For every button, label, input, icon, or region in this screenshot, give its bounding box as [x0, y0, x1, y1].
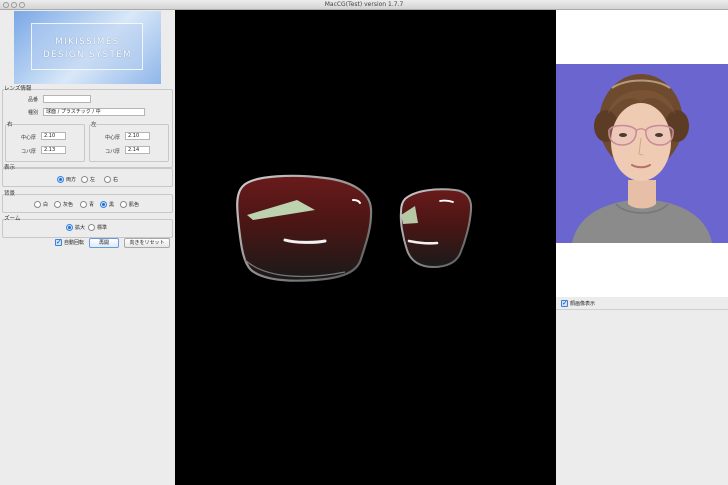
auto-rotate-checkbox[interactable]	[55, 238, 62, 246]
display-left-label: 左	[90, 177, 96, 183]
display-right-radio[interactable]	[104, 176, 111, 183]
product-field[interactable]	[43, 95, 91, 103]
zoom-enlarge-radio[interactable]	[66, 224, 73, 231]
panel-divider	[556, 309, 728, 310]
left-lens-group	[89, 124, 169, 162]
background-white-label: 白	[43, 202, 49, 208]
background-black-label: 黒	[109, 202, 115, 208]
product-label: 品番	[27, 97, 38, 103]
background-skin-label: 肌色	[129, 202, 140, 208]
right-lens-shape	[236, 174, 373, 282]
background-gray-radio[interactable]	[54, 201, 61, 208]
right-lens-group	[5, 124, 85, 162]
display-both-radio[interactable]	[57, 176, 64, 183]
right-edge-thickness-label: コバ厚	[20, 149, 36, 155]
lens-info-label: レンズ情報	[4, 86, 32, 92]
zoom-standard-radio[interactable]	[88, 224, 95, 231]
zoom-label: ズーム	[4, 216, 21, 222]
left-center-thickness-label: 中心厚	[104, 135, 120, 141]
background-blue-radio[interactable]	[80, 201, 87, 208]
right-lens-label: 右	[7, 122, 13, 128]
background-label: 背景	[4, 191, 16, 197]
type-field[interactable]: 球面 / プラスチック / 中	[43, 108, 145, 116]
logo-line-1: MIKISSIMES	[55, 37, 120, 47]
preview-panel: 顔画像表示	[556, 10, 728, 485]
right-center-thickness-field[interactable]: 2.10	[41, 132, 66, 140]
face-illustration	[572, 74, 712, 243]
lens-render	[236, 174, 473, 282]
right-edge-thickness-field[interactable]: 2.13	[41, 146, 66, 154]
display-right-label: 右	[113, 177, 119, 183]
replay-button[interactable]: 再開	[89, 238, 119, 248]
background-black-radio[interactable]	[100, 201, 107, 208]
background-group	[2, 194, 173, 213]
left-center-thickness-field[interactable]: 2.10	[125, 132, 150, 140]
face-image-checkbox[interactable]	[561, 299, 568, 307]
background-blue-label: 青	[89, 202, 95, 208]
background-skin-radio[interactable]	[120, 201, 127, 208]
display-both-label: 両方	[66, 177, 77, 183]
display-left-radio[interactable]	[81, 176, 88, 183]
logo: MIKISSIMES DESIGN SYSTEM	[14, 11, 161, 84]
zoom-standard-label: 標準	[97, 225, 108, 231]
type-label: 種別	[27, 110, 38, 116]
face-preview-area	[556, 10, 728, 297]
background-white-radio[interactable]	[34, 201, 41, 208]
face-image-label: 顔画像表示	[570, 301, 596, 307]
control-panel: MIKISSIMES DESIGN SYSTEM レンズ情報 品番 種別 球面 …	[0, 10, 175, 485]
auto-rotate-label: 自動回転	[64, 240, 85, 246]
face-photo	[556, 64, 728, 243]
left-edge-thickness-label: コバ厚	[104, 149, 120, 155]
title-bar: MacCG(Test) version 1.7.7	[0, 0, 728, 10]
left-lens-label: 左	[91, 122, 97, 128]
logo-line-2: DESIGN SYSTEM	[43, 50, 132, 60]
zoom-enlarge-label: 拡大	[75, 225, 86, 231]
display-label: 表示	[4, 165, 16, 171]
left-edge-thickness-field[interactable]: 2.14	[125, 146, 150, 154]
background-gray-label: 灰色	[63, 202, 74, 208]
window-title: MacCG(Test) version 1.7.7	[324, 1, 404, 8]
right-center-thickness-label: 中心厚	[20, 135, 36, 141]
lens-3d-view[interactable]	[175, 10, 556, 485]
reset-orientation-button[interactable]: 向きをリセット	[124, 238, 170, 248]
left-lens-shape	[399, 188, 473, 269]
